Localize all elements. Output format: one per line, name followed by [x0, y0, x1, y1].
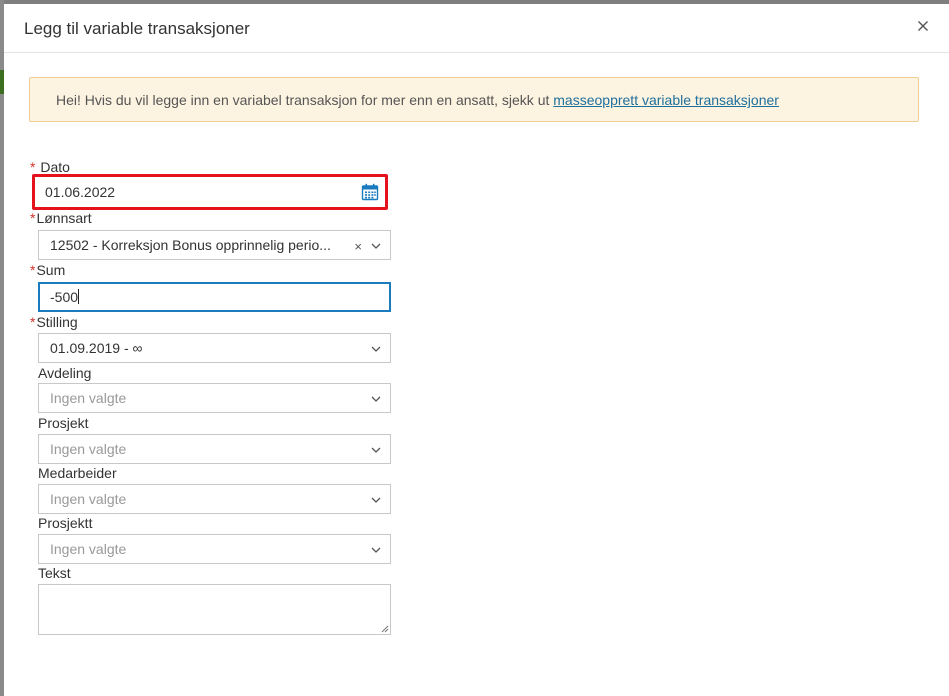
resize-grip-icon[interactable]	[381, 625, 389, 633]
tekst-textarea[interactable]	[38, 584, 391, 635]
sum-input[interactable]: -500	[38, 282, 391, 312]
chevron-down-icon	[371, 243, 381, 249]
prosjektt-select[interactable]: Ingen valgte	[38, 534, 391, 564]
prosjekt-select[interactable]: Ingen valgte	[38, 434, 391, 464]
medarbeider-placeholder: Ingen valgte	[50, 491, 127, 507]
calendar-icon[interactable]	[361, 183, 379, 201]
bulk-create-link[interactable]: masseopprett variable transaksjoner	[553, 92, 779, 108]
chevron-down-icon	[371, 547, 381, 553]
medarbeider-select[interactable]: Ingen valgte	[38, 484, 391, 514]
avdeling-placeholder: Ingen valgte	[50, 390, 127, 406]
avdeling-label: Avdeling	[38, 365, 92, 381]
notice-text: Hei! Hvis du vil legge inn en variabel t…	[56, 92, 554, 108]
prosjektt-label: Prosjektt	[38, 515, 93, 531]
lonnsart-value: 12502 - Korreksjon Bonus opprinnelig per…	[50, 237, 331, 253]
clear-icon[interactable]: ×	[354, 239, 362, 254]
lonnsart-select[interactable]: 12502 - Korreksjon Bonus opprinnelig per…	[38, 230, 391, 260]
stilling-value: 01.09.2019 - ∞	[50, 340, 143, 356]
chevron-down-icon	[371, 497, 381, 503]
prosjekt-label: Prosjekt	[38, 415, 89, 431]
tekst-label: Tekst	[38, 565, 71, 581]
modal-header: Legg til variable transaksjoner	[4, 4, 949, 53]
dato-label: * Dato	[30, 159, 70, 175]
medarbeider-label: Medarbeider	[38, 465, 117, 481]
chevron-down-icon	[371, 346, 381, 352]
dato-value: 01.06.2022	[45, 184, 116, 200]
lonnsart-label: *Lønnsart	[30, 210, 92, 226]
stilling-select[interactable]: 01.09.2019 - ∞	[38, 333, 391, 363]
close-icon[interactable]	[915, 18, 931, 34]
prosjektt-placeholder: Ingen valgte	[50, 541, 127, 557]
stilling-label: *Stilling	[30, 314, 78, 330]
add-variable-transactions-modal: Legg til variable transaksjoner Hei! Hvi…	[4, 4, 949, 696]
modal-title: Legg til variable transaksjoner	[24, 19, 250, 38]
required-mark: *	[30, 159, 36, 175]
sum-value: -500	[50, 289, 79, 305]
sum-label: *Sum	[30, 262, 66, 278]
chevron-down-icon	[371, 447, 381, 453]
info-notice: Hei! Hvis du vil legge inn en variabel t…	[29, 77, 919, 122]
dato-field[interactable]: 01.06.2022	[35, 177, 385, 207]
prosjekt-placeholder: Ingen valgte	[50, 441, 127, 457]
avdeling-select[interactable]: Ingen valgte	[38, 383, 391, 413]
chevron-down-icon	[371, 396, 381, 402]
